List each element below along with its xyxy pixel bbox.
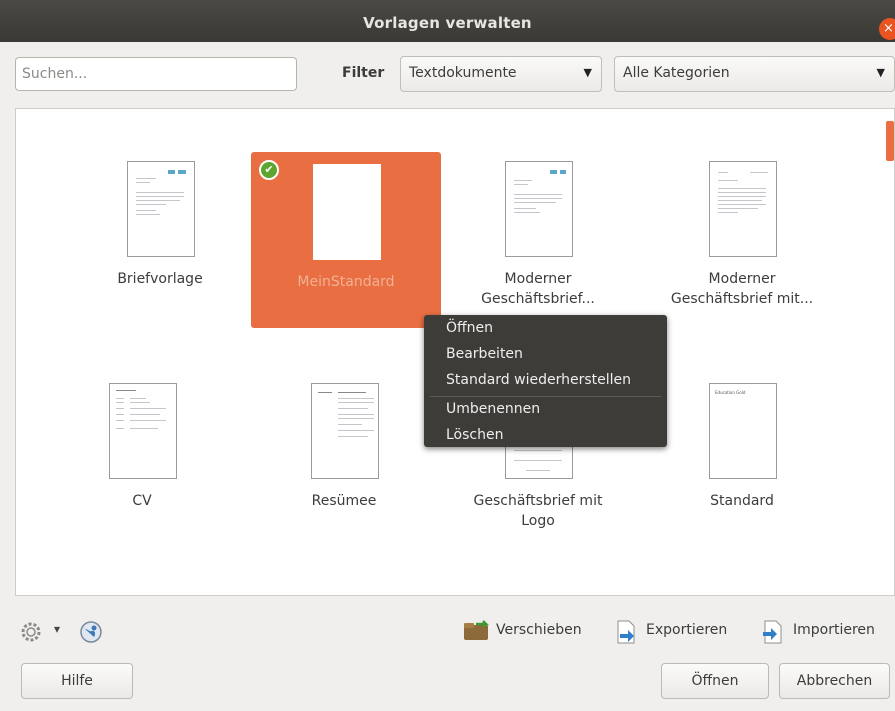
chevron-down-icon: ▼ <box>583 66 592 79</box>
category-value: Alle Kategorien <box>623 65 730 81</box>
move-folder-icon <box>462 620 490 646</box>
template-name: CV <box>132 493 152 509</box>
template-name-line1: Moderner <box>504 271 572 287</box>
template-name-line1: Geschäftsbrief mit <box>473 493 603 509</box>
open-button[interactable]: Öffnen <box>661 663 769 699</box>
settings-gear-icon[interactable] <box>20 621 42 647</box>
template-thumbnail <box>109 383 177 479</box>
document-type-select[interactable]: Textdokumente ▼ <box>400 56 602 92</box>
template-name: Resümee <box>311 493 377 509</box>
template-item-briefvorlage[interactable]: Briefvorlage <box>65 149 255 325</box>
template-name-line2: Geschäftsbrief mit... <box>670 291 814 307</box>
close-icon[interactable]: × <box>879 18 895 40</box>
document-type-value: Textdokumente <box>409 65 517 81</box>
menu-item-delete[interactable]: Löschen <box>446 427 503 443</box>
template-thumbnail <box>127 161 195 257</box>
template-item-resuemee[interactable]: Resümee <box>249 371 439 547</box>
template-name-line1: Moderner <box>708 271 776 287</box>
move-button[interactable]: Verschieben <box>496 622 582 638</box>
manage-templates-dialog: Vorlagen verwalten × Filter Textdokument… <box>0 0 895 711</box>
template-item-standard[interactable]: Education Gold Standard <box>647 371 837 547</box>
template-thumbnail: Education Gold <box>709 383 777 479</box>
template-thumbnail <box>505 161 573 257</box>
menu-item-reset-default[interactable]: Standard wiederherstellen <box>446 372 631 388</box>
globe-icon[interactable] <box>79 620 103 648</box>
menu-item-rename[interactable]: Umbenennen <box>446 401 540 417</box>
filter-label: Filter <box>342 65 385 81</box>
export-icon <box>615 620 637 648</box>
menu-separator <box>430 396 661 397</box>
template-name: Moderner Geschäftsbrief... <box>443 269 633 309</box>
template-thumbnail <box>311 383 379 479</box>
menu-item-open[interactable]: Öffnen <box>446 320 493 336</box>
template-name-line2: Geschäftsbrief... <box>481 291 595 307</box>
default-check-icon: ✔ <box>259 160 279 180</box>
template-item-moderner-geschaeftsbrief[interactable]: Moderner Geschäftsbrief... <box>443 149 633 325</box>
template-name-line2: Logo <box>521 513 555 529</box>
menu-item-edit[interactable]: Bearbeiten <box>446 346 523 362</box>
title-bar[interactable]: Vorlagen verwalten × <box>0 0 895 42</box>
context-menu: Öffnen Bearbeiten Standard wiederherstel… <box>424 315 667 447</box>
template-item-moderner-geschaeftsbrief-mit[interactable]: Moderner Geschäftsbrief mit... <box>647 149 837 325</box>
template-name: Geschäftsbrief mit Logo <box>443 491 633 531</box>
template-thumbnail <box>709 161 777 257</box>
import-icon <box>762 620 784 648</box>
window-title: Vorlagen verwalten <box>363 14 532 32</box>
chevron-down-icon: ▼ <box>876 66 885 79</box>
settings-dropdown-icon[interactable]: ▾ <box>54 622 60 636</box>
thumbnail-heading: Education Gold <box>715 390 746 395</box>
help-button[interactable]: Hilfe <box>21 663 133 699</box>
template-name: MeinStandard <box>297 274 395 290</box>
scrollbar-thumb[interactable] <box>886 121 894 161</box>
category-select[interactable]: Alle Kategorien ▼ <box>614 56 895 92</box>
export-button[interactable]: Exportieren <box>646 622 727 638</box>
template-name: Moderner Geschäftsbrief mit... <box>647 269 837 309</box>
template-item-cv[interactable]: CV <box>47 371 237 547</box>
template-thumbnail <box>313 164 381 260</box>
import-button[interactable]: Importieren <box>793 622 875 638</box>
template-name: Standard <box>710 493 774 509</box>
template-item-meinstandard[interactable]: ✔ MeinStandard <box>251 152 441 328</box>
template-name: Briefvorlage <box>117 271 203 287</box>
search-input[interactable] <box>15 57 297 91</box>
cancel-button[interactable]: Abbrechen <box>779 663 890 699</box>
